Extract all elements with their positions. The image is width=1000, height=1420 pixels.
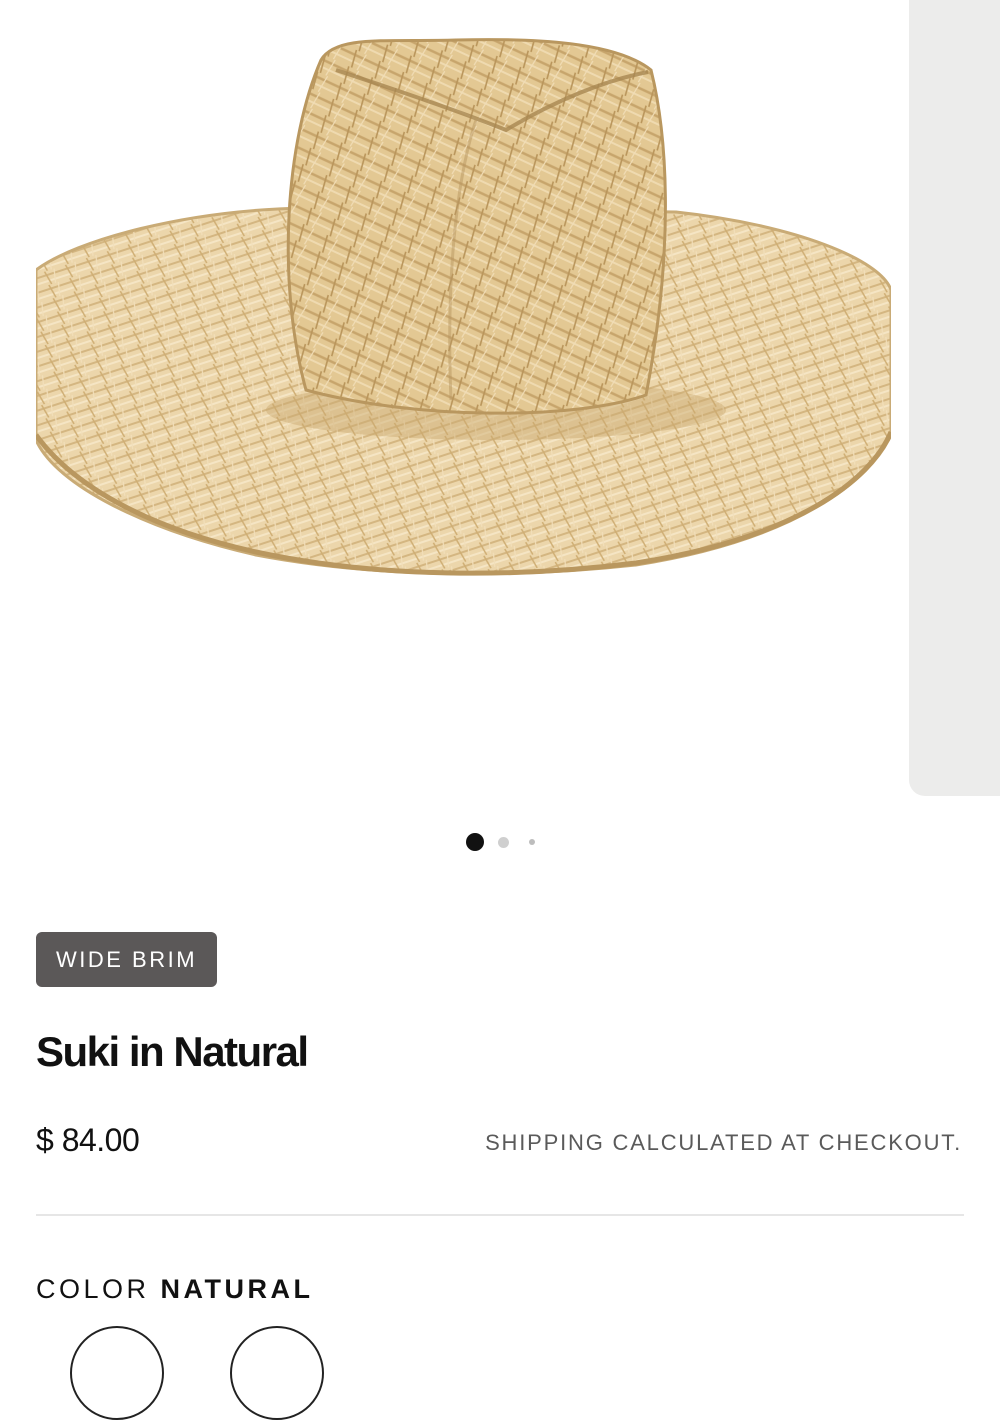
product-title: Suki in Natural — [36, 1028, 309, 1075]
pagination-dot-3[interactable] — [528, 839, 535, 845]
product-image-gallery[interactable] — [0, 0, 1000, 800]
straw-hat-image — [36, 38, 891, 576]
product-image-next[interactable] — [909, 0, 1000, 796]
pagination-dot-2[interactable] — [497, 836, 509, 848]
color-swatch-1[interactable] — [70, 1326, 164, 1420]
category-badge: WIDE BRIM — [36, 932, 218, 987]
pagination-dot-1[interactable] — [465, 833, 484, 851]
gallery-pagination — [0, 832, 1000, 852]
color-swatches — [70, 1326, 370, 1420]
shipping-note: SHIPPING CALCULATED AT CHECKOUT. — [485, 1130, 962, 1155]
color-value: NATURAL — [160, 1274, 314, 1304]
color-swatch-2[interactable] — [230, 1326, 324, 1420]
color-selector-label: COLOR NATURAL — [36, 1274, 314, 1305]
color-label: COLOR — [36, 1274, 150, 1304]
divider — [36, 1214, 964, 1216]
product-image-main[interactable] — [36, 0, 891, 796]
product-price: $ 84.00 — [36, 1122, 140, 1158]
